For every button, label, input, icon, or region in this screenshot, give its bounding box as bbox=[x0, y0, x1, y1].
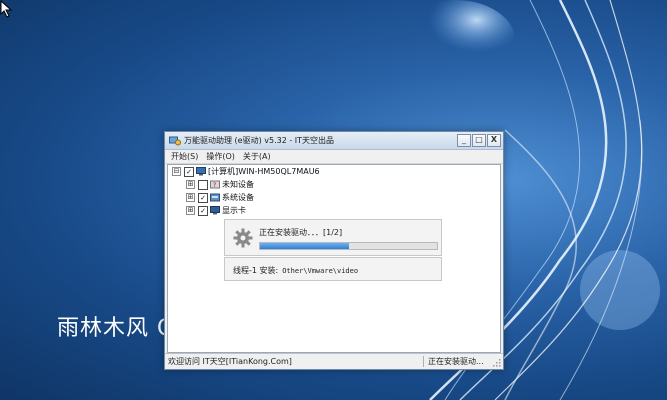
desktop-brand: 雨林木风C bbox=[57, 310, 173, 342]
close-button[interactable]: X bbox=[487, 134, 501, 147]
menu-operation[interactable]: 操作(O) bbox=[206, 151, 235, 162]
install-progress-panel: 正在安装驱动．．．[1/2] bbox=[224, 219, 442, 256]
computer-icon bbox=[196, 167, 206, 176]
tree-root[interactable]: ⊟ ✓ [计算机]WIN-HM50QL7MAU6 bbox=[172, 165, 320, 178]
menu-start[interactable]: 开始(S) bbox=[171, 151, 198, 162]
app-icon bbox=[169, 136, 181, 145]
expand-icon[interactable]: ⊞ bbox=[186, 206, 195, 215]
checkbox-unknown[interactable] bbox=[198, 179, 208, 190]
system-device-icon bbox=[210, 193, 220, 202]
menu-bar: 开始(S) 操作(O) 关于(A) bbox=[165, 150, 503, 164]
progress-bar bbox=[259, 242, 438, 250]
device-panel: ⊟ ✓ [计算机]WIN-HM50QL7MAU6 ⊞ ? 未知设备 ⊞ ✓ 系统… bbox=[167, 164, 501, 353]
maximize-button[interactable]: □ bbox=[472, 134, 486, 147]
tree-item-label: 系统设备 bbox=[222, 193, 254, 202]
menu-about[interactable]: 关于(A) bbox=[243, 151, 271, 162]
brand-text: 雨林木风 bbox=[57, 316, 150, 341]
tree-item-display[interactable]: ⊞ ✓ 显示卡 bbox=[186, 204, 320, 217]
progress-bar-fill bbox=[260, 243, 349, 249]
tree-item-label: 未知设备 bbox=[222, 180, 254, 189]
gear-icon bbox=[233, 228, 253, 248]
minimize-button[interactable]: _ bbox=[457, 134, 471, 147]
expand-icon[interactable]: ⊞ bbox=[186, 180, 195, 189]
progress-status-text: 正在安装驱动．．．[1/2] bbox=[259, 228, 343, 237]
tree-root-label: [计算机]WIN-HM50QL7MAU6 bbox=[208, 167, 320, 176]
status-welcome: 欢迎访问 IT天空[ITianKong.Com] bbox=[165, 356, 424, 367]
title-bar[interactable]: 万能驱动助理 (e驱动) v5.32 - IT天空出品 _ □ X bbox=[165, 132, 503, 150]
expand-icon[interactable]: ⊞ bbox=[186, 193, 195, 202]
driver-assistant-window[interactable]: 万能驱动助理 (e驱动) v5.32 - IT天空出品 _ □ X 开始(S) … bbox=[164, 131, 504, 370]
thread-status: 线程-1 安装: Other\Vmware\video bbox=[233, 265, 358, 276]
display-adapter-icon bbox=[210, 206, 220, 215]
window-title: 万能驱动助理 (e驱动) v5.32 - IT天空出品 bbox=[184, 136, 335, 145]
device-tree: ⊟ ✓ [计算机]WIN-HM50QL7MAU6 ⊞ ? 未知设备 ⊞ ✓ 系统… bbox=[172, 165, 320, 217]
resize-grip-icon[interactable] bbox=[493, 359, 501, 367]
svg-text:?: ? bbox=[213, 182, 216, 189]
tree-item-system[interactable]: ⊞ ✓ 系统设备 bbox=[186, 191, 320, 204]
tree-item-label: 显示卡 bbox=[222, 206, 246, 215]
arrow-cursor-icon bbox=[0, 0, 13, 18]
tree-item-unknown[interactable]: ⊞ ? 未知设备 bbox=[186, 178, 320, 191]
unknown-device-icon: ? bbox=[210, 180, 220, 189]
thread-label: 线程-1 安装: bbox=[233, 266, 279, 275]
checkbox-system[interactable]: ✓ bbox=[198, 192, 208, 203]
window-controls: _ □ X bbox=[456, 134, 501, 147]
checkbox-display[interactable]: ✓ bbox=[198, 205, 208, 216]
thread-path: Other\Vmware\video bbox=[282, 267, 359, 275]
collapse-icon[interactable]: ⊟ bbox=[172, 167, 181, 176]
checkbox-root[interactable]: ✓ bbox=[184, 166, 194, 177]
thread-status-panel: 线程-1 安装: Other\Vmware\video bbox=[224, 257, 442, 281]
status-bar: 欢迎访问 IT天空[ITianKong.Com] 正在安装驱动... bbox=[165, 353, 503, 369]
status-message: 正在安装驱动... bbox=[428, 357, 484, 366]
